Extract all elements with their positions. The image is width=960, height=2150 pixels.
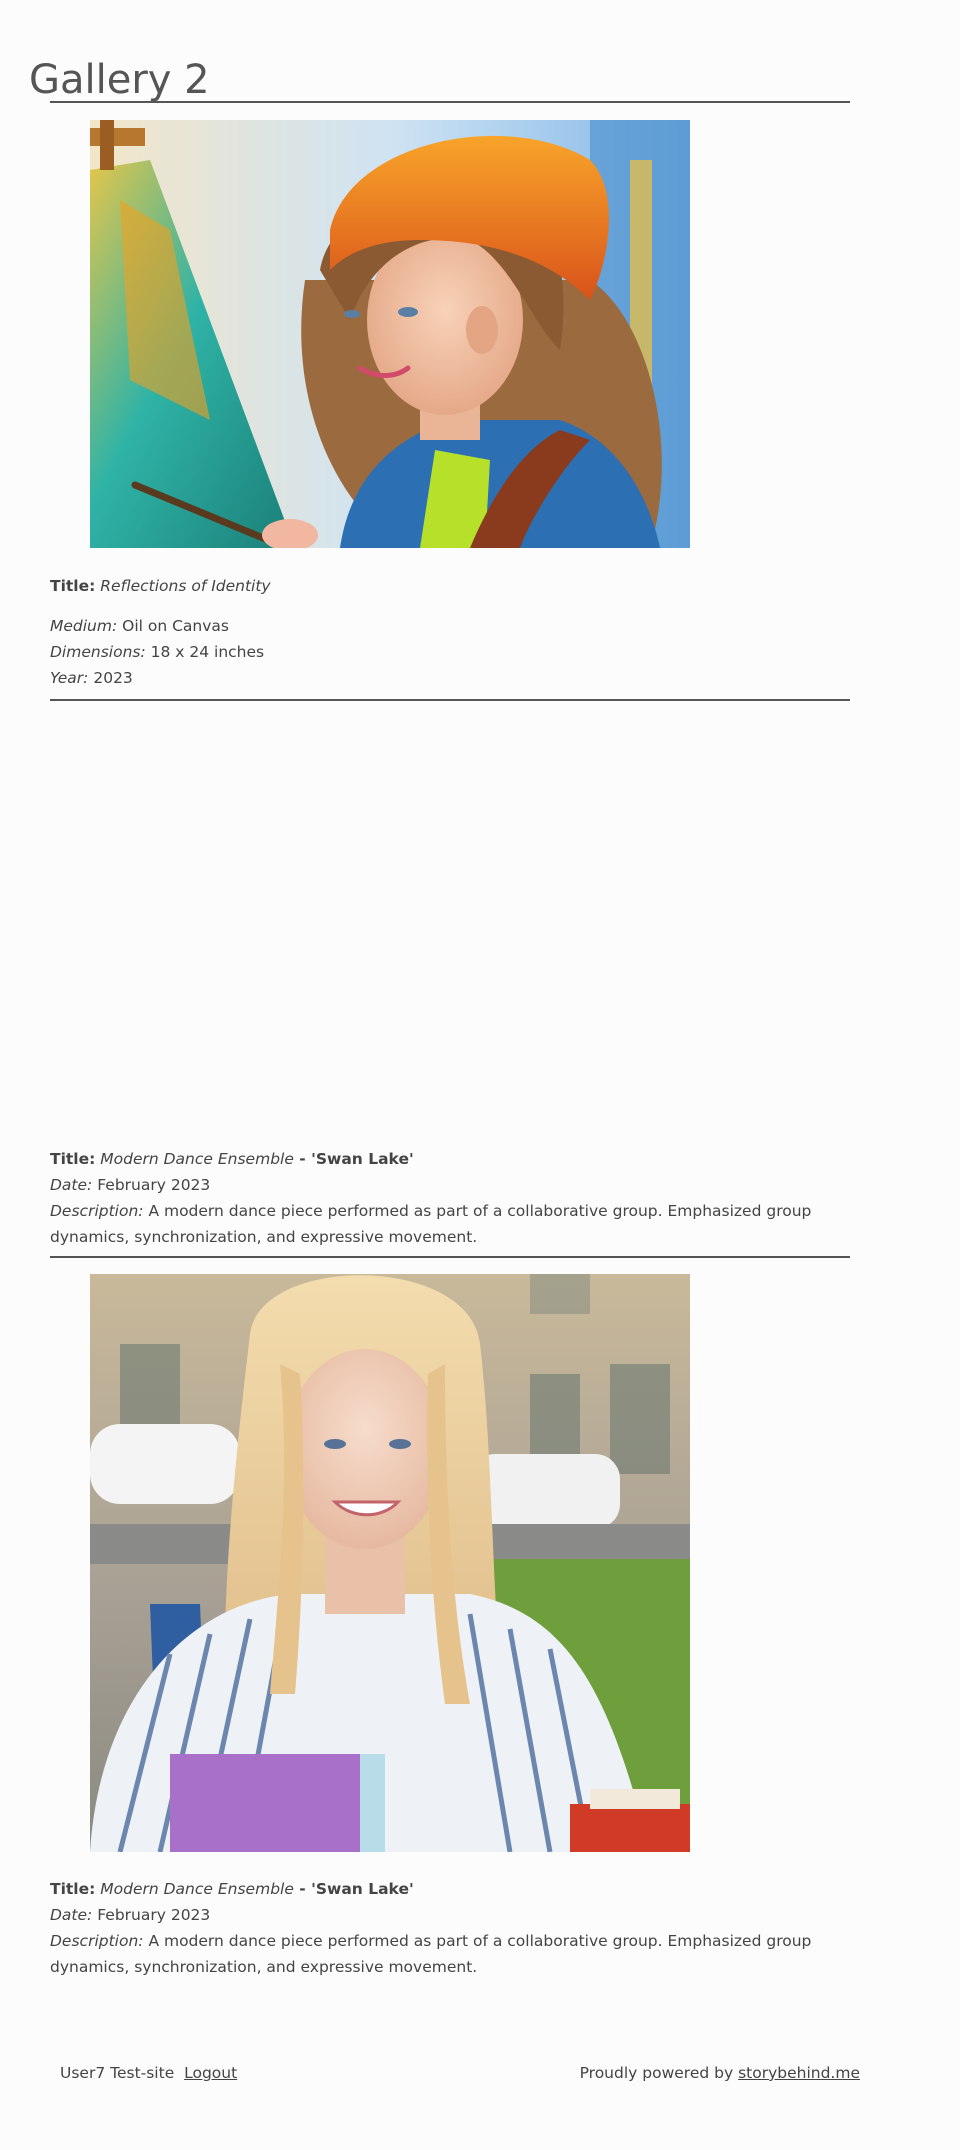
date-line: Date: February 2023 <box>50 1172 850 1198</box>
medium-line: Medium: Oil on Canvas <box>50 613 850 639</box>
description-line: Description: A modern dance piece perfor… <box>50 1198 850 1250</box>
powered-by-link[interactable]: storybehind.me <box>738 2064 860 2082</box>
site-name: User7 Test-site <box>60 2064 175 2082</box>
title-label: Title: <box>50 577 96 595</box>
description-value: A modern dance piece performed as part o… <box>50 1932 812 1976</box>
artwork-title-suffix: - 'Swan Lake' <box>293 1150 414 1168</box>
date-value: February 2023 <box>97 1176 211 1194</box>
artwork-meta-3: Title: Modern Dance Ensemble - 'Swan Lak… <box>50 1876 850 1980</box>
artwork-title-line: Title: Modern Dance Ensemble - 'Swan Lak… <box>50 1876 850 1902</box>
description-value: A modern dance piece performed as part o… <box>50 1202 812 1246</box>
year-line: Year: 2023 <box>50 665 850 691</box>
footer-right: Proudly powered by storybehind.me <box>580 2064 860 2082</box>
footer-left: User7 Test-site Logout <box>60 2064 237 2082</box>
date-label: Date: <box>50 1176 93 1194</box>
description-label: Description: <box>50 1932 144 1950</box>
artwork-title: Reflections of Identity <box>100 577 271 595</box>
dimensions-value: 18 x 24 inches <box>150 643 265 661</box>
divider <box>50 1256 850 1258</box>
artwork-meta-2: Title: Modern Dance Ensemble - 'Swan Lak… <box>50 1146 850 1250</box>
dimensions-label: Dimensions: <box>50 643 146 661</box>
date-label: Date: <box>50 1906 93 1924</box>
description-line: Description: A modern dance piece perfor… <box>50 1928 850 1980</box>
date-value: February 2023 <box>97 1906 211 1924</box>
artwork-title-line: Title: Reflections of Identity <box>50 573 850 599</box>
medium-label: Medium: <box>50 617 118 635</box>
artwork-title: Modern Dance Ensemble <box>100 1150 294 1168</box>
page-title: Gallery 2 <box>29 57 210 103</box>
logout-link[interactable]: Logout <box>184 2064 237 2082</box>
artwork-title-suffix: - 'Swan Lake' <box>293 1880 414 1898</box>
powered-by-text: Proudly powered by <box>579 2064 734 2082</box>
title-label: Title: <box>50 1880 96 1898</box>
medium-value: Oil on Canvas <box>122 617 230 635</box>
title-label: Title: <box>50 1150 96 1168</box>
divider <box>50 699 850 701</box>
date-line: Date: February 2023 <box>50 1902 850 1928</box>
artwork-title-line: Title: Modern Dance Ensemble - 'Swan Lak… <box>50 1146 850 1172</box>
artwork-image-photo[interactable] <box>90 1274 690 1852</box>
divider <box>50 101 850 103</box>
year-value: 2023 <box>93 669 133 687</box>
year-label: Year: <box>50 669 89 687</box>
description-label: Description: <box>50 1202 144 1220</box>
artwork-meta-1: Title: Reflections of Identity Medium: O… <box>50 573 850 691</box>
dimensions-line: Dimensions: 18 x 24 inches <box>50 639 850 665</box>
artwork-image-painting[interactable] <box>90 120 690 548</box>
artwork-title: Modern Dance Ensemble <box>100 1880 294 1898</box>
